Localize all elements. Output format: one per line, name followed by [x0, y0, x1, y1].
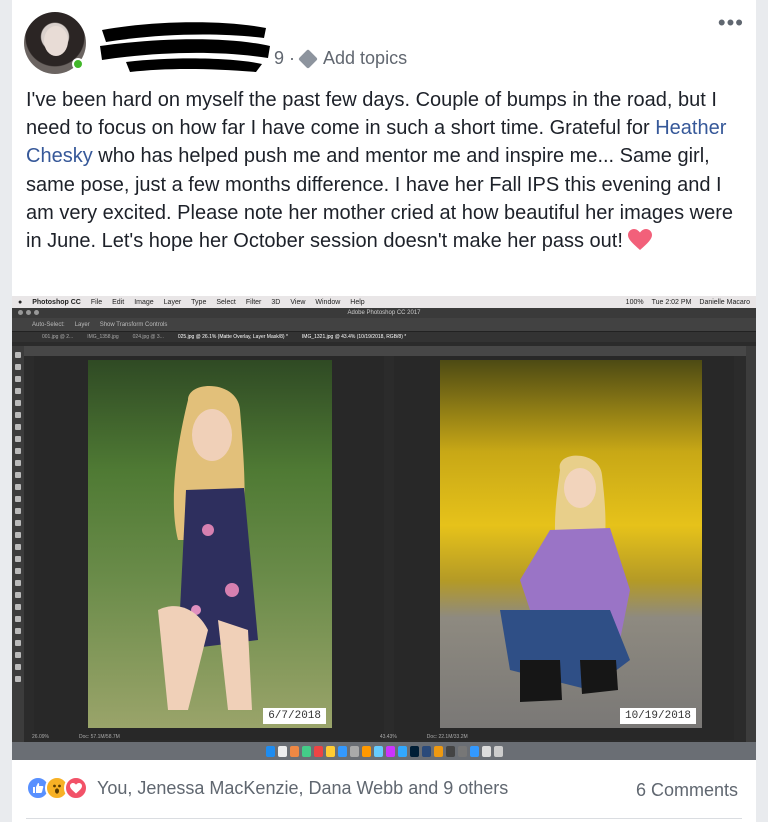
reactions-summary[interactable]: You, Jenessa MacKenzie, Dana Webb and 9 …	[26, 776, 508, 800]
doc-tab-active: IMG_1321.jpg @ 43.4% (10/19/2018, RGB/8)…	[301, 334, 407, 340]
menu-item: File	[90, 298, 103, 306]
document-left: 6/7/2018	[34, 356, 384, 740]
post-card: 9 · Add topics ••• I've been hard on mys…	[12, 0, 756, 822]
photo-june: 6/7/2018	[88, 360, 332, 728]
redaction-scribble	[100, 22, 270, 72]
reactions-text[interactable]: You, Jenessa MacKenzie, Dana Webb and 9 …	[97, 778, 508, 799]
window-controls	[18, 310, 39, 315]
timestamp-fragment[interactable]: 9 ·	[274, 48, 295, 69]
user-name-text: Danielle Macaro	[699, 298, 750, 306]
post-meta: 9 · Add topics	[274, 48, 407, 69]
clock-text: Tue 2:02 PM	[651, 298, 692, 306]
add-topics-link[interactable]: Add topics	[323, 48, 407, 69]
menu-bar-status: 100% Tue 2:02 PM Danielle Macaro	[626, 299, 750, 306]
tag-icon	[298, 48, 318, 69]
doc-tab: 024.jpg @ 3...	[132, 334, 164, 340]
mac-dock	[12, 742, 756, 760]
battery-text: 100%	[625, 298, 644, 306]
ps-toolbar	[12, 346, 24, 742]
post-text-part-2: who has helped push me and mentor me and…	[26, 145, 734, 253]
apple-icon: ●	[18, 298, 23, 306]
post-text: I've been hard on myself the past few da…	[26, 86, 742, 259]
comments-count-link[interactable]: 6 Comments	[636, 780, 738, 801]
ps-options-bar: Auto-Select: Layer Show Transform Contro…	[12, 318, 756, 332]
ps-right-panel	[746, 346, 756, 742]
photoshop-screenshot-image[interactable]: ● Photoshop CC File Edit Image Layer Typ…	[12, 296, 756, 760]
menu-item: Filter	[245, 298, 262, 306]
left-doc-size: Doc: 57.1M/58.7M	[78, 734, 120, 740]
menu-item: Image	[134, 298, 154, 306]
window-title-text: Adobe Photoshop CC 2017	[347, 310, 421, 316]
date-label-june: 6/7/2018	[263, 708, 326, 724]
layer-select: Layer	[74, 321, 90, 328]
photo-october: 10/19/2018	[440, 360, 702, 728]
ps-ruler	[24, 346, 746, 356]
divider	[26, 818, 742, 819]
heart-emoji-icon	[628, 229, 653, 259]
document-right: 10/19/2018	[394, 356, 734, 740]
ps-window-title: Adobe Photoshop CC 2017	[12, 308, 756, 318]
post-text-part-1: I've been hard on myself the past few da…	[26, 89, 717, 140]
menu-item: Select	[216, 298, 236, 306]
menu-item: Type	[191, 298, 207, 306]
transform-controls-label: Show Transform Controls	[99, 321, 168, 328]
menu-item: Layer	[163, 298, 182, 306]
date-label-october: 10/19/2018	[619, 708, 696, 724]
menu-item: Edit	[112, 298, 125, 306]
ps-status-bar: 26.09% Doc: 57.1M/58.7M 43.43% Doc: 22.1…	[24, 734, 746, 742]
left-zoom: 26.09%	[32, 734, 49, 740]
doc-tab: 001.jpg @ 2...	[42, 334, 74, 340]
menu-item: Photoshop CC	[32, 298, 81, 306]
right-doc-size: Doc: 22.1M/33.2M	[426, 734, 468, 740]
menu-item: View	[290, 298, 306, 306]
girl-figure-october	[500, 455, 630, 702]
doc-tab: IMG_1358.jpg	[87, 334, 119, 340]
doc-tab-active: 025.jpg @ 26.1% (Matte Overlay, Layer Ma…	[177, 334, 288, 340]
mac-menu-bar: ● Photoshop CC File Edit Image Layer Typ…	[12, 296, 756, 308]
ps-document-tabs: 001.jpg @ 2... IMG_1358.jpg 024.jpg @ 3.…	[12, 332, 756, 342]
menu-item: 3D	[271, 298, 281, 306]
online-status-dot	[72, 58, 84, 70]
menu-item: Help	[350, 298, 365, 306]
love-reaction-icon	[64, 776, 88, 800]
girl-figure-june	[158, 386, 258, 710]
more-options-button[interactable]: •••	[718, 10, 744, 36]
menu-item: Window	[315, 298, 341, 306]
auto-select-label: Auto-Select:	[32, 321, 65, 328]
right-zoom: 43.43%	[379, 734, 397, 740]
